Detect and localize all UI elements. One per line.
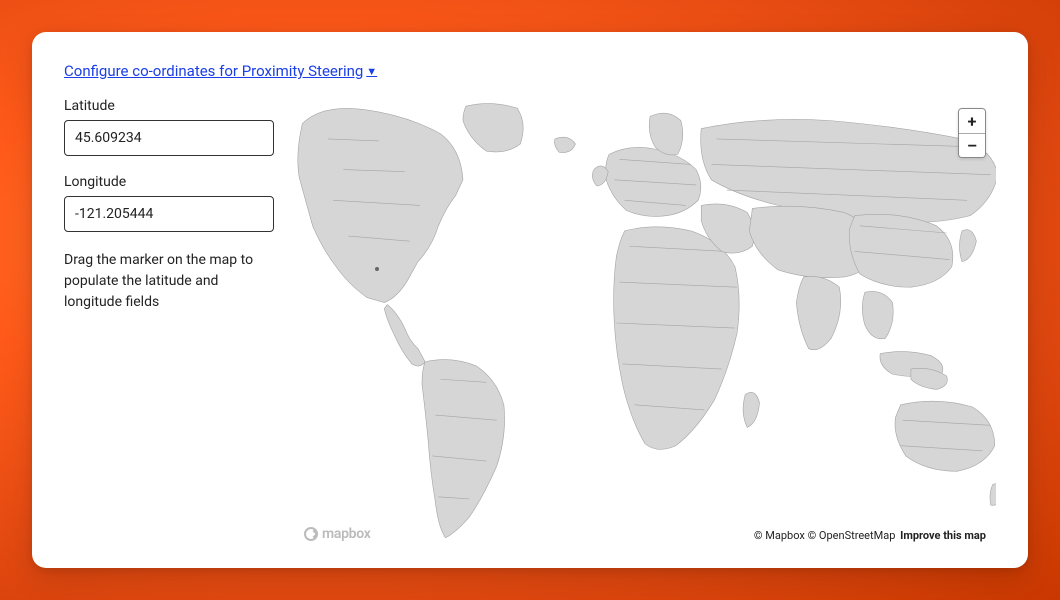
help-text: Drag the marker on the map to populate t… bbox=[64, 250, 274, 313]
caret-down-icon: ▼ bbox=[366, 65, 377, 78]
zoom-out-button[interactable]: – bbox=[959, 133, 985, 157]
attribution-osm[interactable]: © OpenStreetMap bbox=[808, 529, 896, 542]
zoom-in-button[interactable]: + bbox=[959, 109, 985, 133]
mapbox-logo-icon bbox=[304, 527, 318, 541]
map-marker[interactable] bbox=[375, 267, 379, 271]
longitude-input[interactable] bbox=[64, 196, 274, 232]
mapbox-logo: mapbox bbox=[304, 526, 371, 542]
longitude-label: Longitude bbox=[64, 174, 274, 190]
map-attribution: © Mapbox © OpenStreetMap Improve this ma… bbox=[754, 529, 986, 542]
header-link-text: Configure co-ordinates for Proximity Ste… bbox=[64, 62, 363, 80]
latitude-label: Latitude bbox=[64, 98, 274, 114]
improve-map-link[interactable]: Improve this map bbox=[900, 529, 986, 542]
config-panel: Configure co-ordinates for Proximity Ste… bbox=[32, 32, 1028, 568]
configure-proximity-link[interactable]: Configure co-ordinates for Proximity Ste… bbox=[64, 62, 377, 80]
latitude-input[interactable] bbox=[64, 120, 274, 156]
coordinates-sidebar: Latitude Longitude Drag the marker on th… bbox=[64, 98, 274, 548]
content-row: Latitude Longitude Drag the marker on th… bbox=[64, 98, 996, 548]
map-svg bbox=[294, 98, 996, 548]
attribution-mapbox[interactable]: © Mapbox bbox=[754, 529, 805, 542]
mapbox-logo-text: mapbox bbox=[322, 526, 371, 542]
world-map[interactable]: + – mapbox © Mapbox © OpenStreetMap Impr… bbox=[294, 98, 996, 548]
zoom-controls: + – bbox=[958, 108, 986, 158]
